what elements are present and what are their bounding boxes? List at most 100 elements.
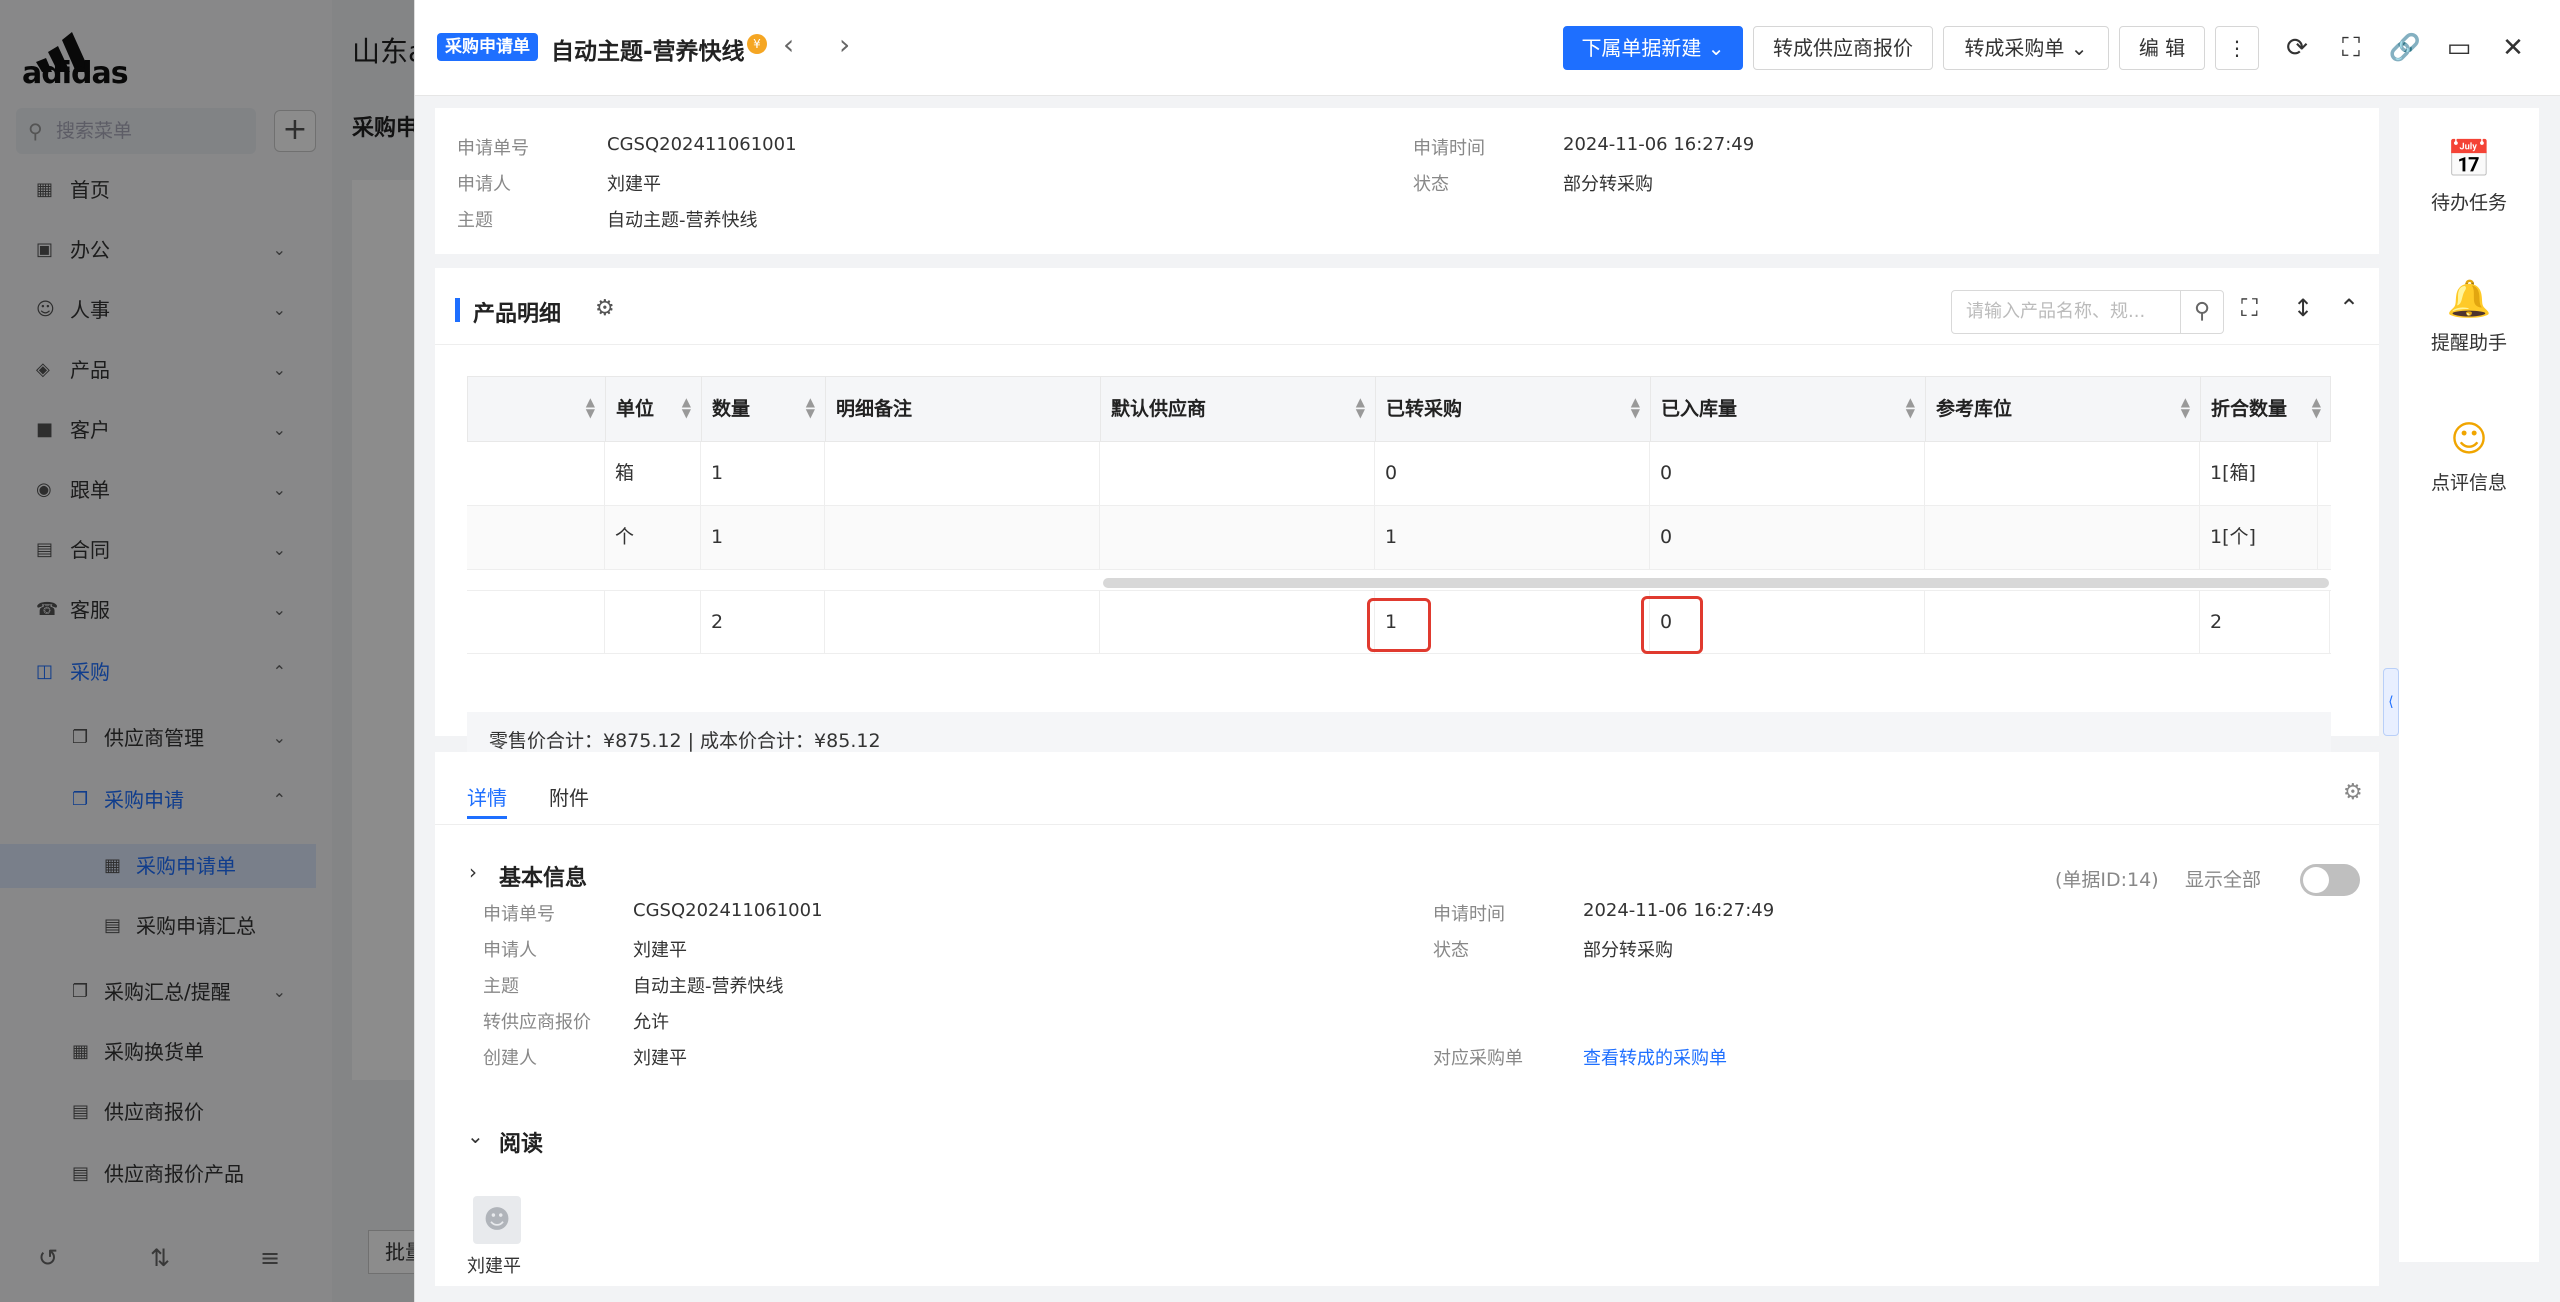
collapse-panel-handle[interactable]: ⟨: [2383, 668, 2399, 736]
chevron-right-icon[interactable]: ›: [839, 28, 850, 61]
to-purchase-order-label: 转成采购单: [1964, 36, 2065, 60]
tab-detail[interactable]: 详情: [467, 782, 507, 811]
req-time-label: 申请时间: [1433, 904, 1505, 925]
new-sub-document-label: 下属单据新建: [1581, 36, 1702, 60]
cell-converted: 1: [1375, 506, 1650, 569]
horizontal-scrollbar[interactable]: [1103, 578, 2329, 588]
product-details-title: 产品明细: [473, 302, 562, 327]
applicant-label: 申请人: [483, 940, 537, 961]
sort-icon: ▲ ▼: [2180, 395, 2190, 420]
drawer-toolbar: 采购申请单 自动主题-营养快线 ¥ ‹ › 下属单据新建 ⌄ 转成供应商报价 转…: [415, 0, 2560, 96]
applicant-label: 申请人: [457, 174, 511, 195]
new-sub-document-button[interactable]: 下属单据新建 ⌄: [1563, 26, 1743, 70]
table-row[interactable]: 个 1 1 0 1[个]: [467, 506, 2331, 570]
highlight-box-stocked: [1641, 596, 1703, 654]
gear-icon[interactable]: ⚙: [2343, 780, 2363, 805]
sort-icon: ▲ ▼: [805, 395, 815, 420]
column-header-stocked[interactable]: 已入库量 ▲ ▼: [1651, 377, 1926, 441]
tab-attachment[interactable]: 附件: [549, 782, 589, 811]
more-options-icon[interactable]: ⋮: [2215, 26, 2259, 70]
cell-hidden: [467, 442, 605, 505]
chevron-right-icon[interactable]: ›: [469, 860, 477, 884]
cell-unit: [605, 591, 701, 654]
status-label: 状态: [1413, 174, 1449, 195]
edit-button[interactable]: 编 辑: [2119, 26, 2205, 70]
divider: [435, 824, 2379, 825]
req-no-value: CGSQ202411061001: [607, 134, 797, 155]
sort-icon: ▲ ▼: [1630, 395, 1640, 420]
collapse-icon[interactable]: ⌃: [2339, 294, 2359, 322]
dock-icon[interactable]: ▭: [2441, 30, 2477, 66]
cell-unit: 个: [605, 506, 701, 569]
product-search-input[interactable]: 请输入产品名称、规...: [1951, 290, 2181, 334]
column-header-hidden[interactable]: ▲ ▼: [468, 377, 606, 441]
cell-equiv: 1[箱]: [2200, 442, 2318, 505]
gear-icon[interactable]: ⚙: [595, 296, 615, 321]
detail-tabs-card: 详情 附件 ⚙ › 基本信息 (单据ID:14) 显示全部 申请单号 CGSQ2…: [435, 752, 2379, 1286]
pending-tasks-button[interactable]: 📅 待办任务: [2399, 138, 2539, 215]
avatar: ☻: [473, 1196, 521, 1244]
cell-qty: 1: [701, 506, 825, 569]
to-supplier-quote-button[interactable]: 转成供应商报价: [1753, 26, 1933, 70]
read-section-title[interactable]: 阅读: [499, 1126, 543, 1158]
cell-stocked: 0: [1650, 442, 1925, 505]
table-header: ▲ ▼ 单位 ▲ ▼ 数量 ▲ ▼ 明细备注 默认供应商 ▲ ▼ 已转采购 ▲ ▼ 已入库量 ▲ ▼ …: [467, 376, 2331, 442]
req-time-value: 2024-11-06 16:27:49: [1583, 900, 1775, 921]
link-icon[interactable]: 🔗: [2387, 30, 2423, 66]
po-label: 对应采购单: [1433, 1048, 1523, 1069]
column-header-converted[interactable]: 已转采购 ▲ ▼: [1376, 377, 1651, 441]
highlight-box-converted: [1367, 598, 1431, 652]
column-header-label: 已转采购: [1386, 398, 1463, 420]
right-side-panel: 📅 待办任务 🔔 提醒助手 ☺ 点评信息: [2399, 108, 2539, 1262]
creator-value: 刘建平: [633, 1048, 687, 1069]
sort-icon: ▲ ▼: [1355, 395, 1365, 420]
bell-icon: 🔔: [2446, 279, 2492, 320]
column-header-location[interactable]: 参考库位 ▲ ▼: [1926, 377, 2201, 441]
basic-info-title[interactable]: 基本信息: [499, 860, 587, 892]
column-header-qty[interactable]: 数量 ▲ ▼: [702, 377, 826, 441]
cell-note: [825, 506, 1100, 569]
cell-equiv: 1[个]: [2200, 506, 2318, 569]
fullscreen-icon[interactable]: ⛶: [2333, 30, 2369, 66]
chevron-down-icon: ⌄: [1707, 36, 1725, 60]
applicant-value: 刘建平: [633, 940, 687, 961]
req-time-label: 申请时间: [1413, 138, 1485, 159]
req-no-label: 申请单号: [483, 904, 555, 925]
chevron-down-icon[interactable]: ⌄: [467, 1124, 484, 1148]
column-header-supplier[interactable]: 默认供应商 ▲ ▼: [1101, 377, 1376, 441]
row-height-icon[interactable]: ↕: [2293, 294, 2313, 322]
show-all-label: 显示全部: [2185, 869, 2262, 891]
comments-button[interactable]: ☺ 点评信息: [2399, 418, 2539, 495]
applicant-value: 刘建平: [607, 174, 661, 195]
reminder-assistant-button[interactable]: 🔔 提醒助手: [2399, 278, 2539, 355]
reader-name: 刘建平: [467, 1256, 521, 1277]
show-all-toggle[interactable]: [2300, 864, 2360, 896]
refresh-icon[interactable]: ⟳: [2279, 30, 2315, 66]
fullscreen-icon[interactable]: ⛶: [2241, 294, 2258, 322]
document-type-tag: 采购申请单: [437, 33, 538, 61]
close-icon[interactable]: ✕: [2495, 30, 2531, 66]
supplier-quote-label: 转供应商报价: [483, 1012, 591, 1033]
chevron-left-icon[interactable]: ‹: [783, 28, 794, 61]
column-header-unit[interactable]: 单位 ▲ ▼: [606, 377, 702, 441]
cell-unit: 箱: [605, 442, 701, 505]
comment-icon: ☺: [2450, 419, 2488, 460]
summary-qty: 2: [701, 591, 825, 654]
cell-location: [1925, 591, 2200, 654]
status-value: 部分转采购: [1583, 940, 1673, 961]
search-icon[interactable]: ⚲: [2180, 290, 2224, 334]
table-row[interactable]: 箱 1 0 0 1[箱]: [467, 442, 2331, 506]
reminder-assistant-label: 提醒助手: [2430, 332, 2507, 354]
cell-converted: 0: [1375, 442, 1650, 505]
active-tab-indicator: [467, 816, 507, 819]
column-header-equiv[interactable]: 折合数量 ▲ ▼: [2201, 377, 2331, 441]
view-purchase-order-link[interactable]: 查看转成的采购单: [1583, 1044, 1727, 1070]
to-purchase-order-button[interactable]: 转成采购单 ⌄: [1943, 26, 2109, 70]
column-header-note[interactable]: 明细备注: [826, 377, 1101, 441]
section-accent-bar: [455, 298, 460, 322]
supplier-quote-value: 允许: [633, 1012, 669, 1033]
status-value: 部分转采购: [1563, 174, 1653, 195]
chevron-down-icon: ⌄: [2070, 36, 2088, 60]
column-header-label: 明细备注: [836, 398, 913, 420]
toggle-knob: [2303, 867, 2329, 893]
